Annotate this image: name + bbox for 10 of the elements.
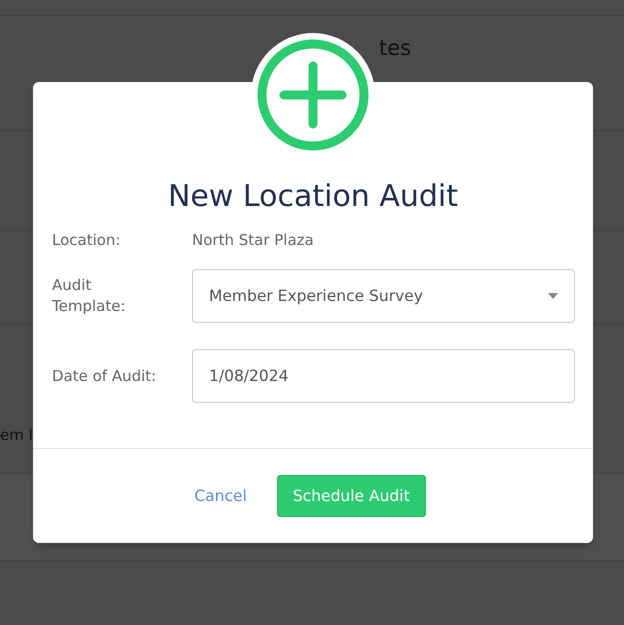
location-value: North Star Plaza	[192, 231, 314, 249]
dialog-title: New Location Audit	[166, 178, 460, 216]
field-label: Location:	[52, 230, 122, 250]
caret-icon	[548, 293, 558, 299]
list-text: em l	[0, 426, 33, 444]
template-dropdown[interactable]: Member Experience Survey	[192, 269, 575, 323]
page-heading: tes	[379, 36, 412, 60]
field-label: Audit Template:	[52, 275, 126, 317]
field-label: Date of Audit:	[52, 366, 158, 386]
date-field[interactable]: 1/08/2024	[192, 349, 575, 403]
